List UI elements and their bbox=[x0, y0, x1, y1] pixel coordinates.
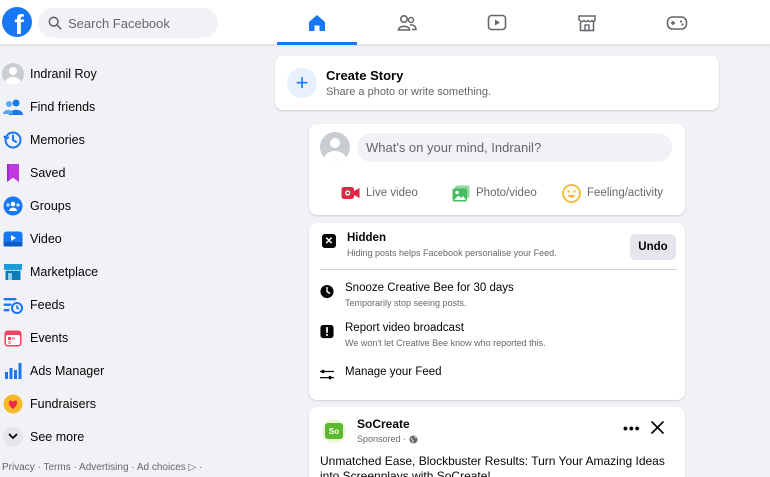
socreate-logo-text: So bbox=[325, 423, 343, 439]
sidebar-item-feeds[interactable]: Feeds bbox=[0, 288, 270, 321]
sidebar-item-events[interactable]: Events bbox=[0, 321, 270, 354]
create-story-title: Create Story bbox=[326, 68, 404, 83]
snooze-option[interactable]: Snooze Creative Bee for 30 days Temporar… bbox=[320, 282, 677, 312]
tab-home[interactable] bbox=[277, 0, 357, 45]
globe-icon bbox=[409, 434, 418, 444]
snooze-title: Snooze Creative Bee for 30 days bbox=[345, 282, 514, 294]
sliders-icon bbox=[320, 368, 334, 382]
sidebar-item-label: Find friends bbox=[30, 99, 96, 114]
video-icon bbox=[2, 228, 24, 250]
search-box[interactable] bbox=[38, 8, 218, 38]
tab-gaming[interactable] bbox=[637, 0, 717, 45]
sidebar-item-ads-manager[interactable]: Ads Manager bbox=[0, 354, 270, 387]
chevron-down-icon bbox=[3, 426, 23, 447]
manage-feed-title: Manage your Feed bbox=[345, 366, 442, 378]
sidebar-item-memories[interactable]: Memories bbox=[0, 123, 270, 156]
sponsored-post-card: So SoCreate Sponsored · ••• Unmatched Ea… bbox=[309, 407, 685, 477]
close-box-icon: ✕ bbox=[322, 234, 336, 248]
feeds-icon bbox=[2, 294, 24, 316]
feeling-icon bbox=[562, 183, 581, 203]
more-options-icon[interactable]: ••• bbox=[623, 420, 641, 436]
sidebar-item-see-more[interactable]: See more bbox=[0, 420, 270, 453]
sidebar-item-video[interactable]: Video bbox=[0, 222, 270, 255]
sidebar-item-label: Video bbox=[30, 231, 62, 246]
report-subtitle: We won't let Creative Bee know who repor… bbox=[345, 338, 546, 348]
friends-icon bbox=[397, 14, 417, 31]
left-sidebar: Indranil Roy Find friends Memories Saved… bbox=[0, 57, 270, 453]
hidden-post-card: ✕ Hidden Hiding posts helps Facebook per… bbox=[309, 223, 685, 400]
sidebar-item-label: Feeds bbox=[30, 297, 65, 312]
live-video-icon bbox=[341, 187, 360, 199]
post-page-name[interactable]: SoCreate bbox=[357, 417, 410, 431]
sidebar-item-fundraisers[interactable]: Fundraisers bbox=[0, 387, 270, 420]
sidebar-item-profile[interactable]: Indranil Roy bbox=[0, 57, 270, 90]
undo-button[interactable]: Undo bbox=[630, 234, 676, 260]
sidebar-item-label: Saved bbox=[30, 165, 66, 180]
search-input[interactable] bbox=[68, 15, 208, 31]
groups-icon bbox=[2, 195, 24, 217]
facebook-logo[interactable]: f bbox=[2, 7, 32, 37]
sidebar-item-find-friends[interactable]: Find friends bbox=[0, 90, 270, 123]
clock-icon bbox=[320, 284, 334, 298]
avatar bbox=[2, 62, 24, 85]
report-option[interactable]: Report video broadcast We won't let Crea… bbox=[320, 322, 677, 352]
sidebar-item-label: See more bbox=[30, 429, 85, 444]
create-story-card[interactable]: + Create Story Share a photo or write so… bbox=[275, 56, 719, 110]
report-icon bbox=[320, 324, 334, 338]
post-composer-card: Live video Photo/video Feeling/activity bbox=[309, 124, 685, 215]
marketplace-icon bbox=[578, 14, 596, 31]
plus-icon: + bbox=[287, 68, 317, 98]
events-icon bbox=[2, 327, 24, 349]
video-icon bbox=[487, 14, 507, 30]
sidebar-item-label: Indranil Roy bbox=[30, 66, 97, 81]
post-text: Unmatched Ease, Blockbuster Results: Tur… bbox=[320, 454, 665, 477]
top-navigation-bar: f bbox=[0, 0, 770, 45]
photo-video-label: Photo/video bbox=[476, 187, 537, 199]
sidebar-item-label: Memories bbox=[30, 132, 85, 147]
live-video-label: Live video bbox=[366, 187, 418, 199]
sidebar-item-marketplace[interactable]: Marketplace bbox=[0, 255, 270, 288]
search-icon bbox=[48, 16, 62, 30]
post-meta: Sponsored · bbox=[357, 434, 418, 444]
snooze-subtitle: Temporarily stop seeing posts. bbox=[345, 298, 467, 308]
photo-icon bbox=[452, 185, 470, 201]
fundraisers-icon bbox=[2, 393, 24, 415]
close-icon[interactable] bbox=[651, 421, 664, 439]
home-icon bbox=[309, 14, 325, 31]
facebook-logo-letter: f bbox=[14, 9, 24, 38]
divider bbox=[320, 269, 677, 270]
gaming-icon bbox=[666, 15, 688, 30]
feeling-activity-button[interactable]: Feeling/activity bbox=[562, 182, 663, 204]
sidebar-item-saved[interactable]: Saved bbox=[0, 156, 270, 189]
photo-video-button[interactable]: Photo/video bbox=[452, 182, 537, 204]
ads-manager-icon bbox=[2, 360, 24, 382]
create-story-subtitle: Share a photo or write something. bbox=[326, 86, 492, 98]
sidebar-item-label: Fundraisers bbox=[30, 396, 96, 411]
socreate-logo[interactable]: So bbox=[322, 419, 346, 443]
sponsored-label[interactable]: Sponsored · bbox=[357, 434, 406, 444]
saved-icon bbox=[2, 162, 24, 184]
sidebar-item-label: Ads Manager bbox=[30, 363, 105, 378]
tab-marketplace[interactable] bbox=[547, 0, 627, 45]
status-input[interactable] bbox=[357, 133, 672, 162]
feeling-activity-label: Feeling/activity bbox=[587, 187, 664, 199]
sidebar-item-label: Events bbox=[30, 330, 69, 345]
footer-links[interactable]: Privacy · Terms · Advertising · Ad choic… bbox=[2, 462, 202, 473]
hidden-subtitle: Hiding posts helps Facebook personalise … bbox=[347, 248, 557, 258]
see-more-circle bbox=[2, 426, 24, 448]
avatar[interactable] bbox=[320, 132, 350, 162]
tab-video[interactable] bbox=[457, 0, 537, 45]
memories-icon bbox=[2, 129, 24, 151]
marketplace-icon bbox=[2, 261, 24, 283]
sidebar-item-groups[interactable]: Groups bbox=[0, 189, 270, 222]
sidebar-item-label: Groups bbox=[30, 198, 71, 213]
report-title: Report video broadcast bbox=[345, 322, 464, 334]
sidebar-item-label: Marketplace bbox=[30, 264, 99, 279]
friends-icon bbox=[2, 96, 24, 118]
hidden-title: Hidden bbox=[347, 232, 386, 244]
tab-friends[interactable] bbox=[367, 0, 447, 45]
live-video-button[interactable]: Live video bbox=[341, 182, 418, 204]
manage-feed-option[interactable]: Manage your Feed bbox=[320, 366, 677, 384]
